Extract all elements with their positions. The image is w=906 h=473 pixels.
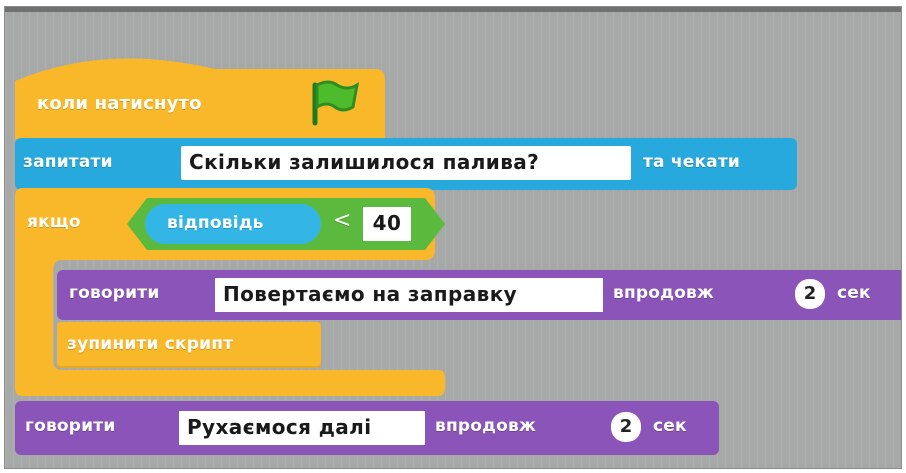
green-flag-icon bbox=[307, 77, 361, 131]
say-outer-text-field[interactable]: Рухаємося далі bbox=[179, 411, 425, 445]
say-for-secs-block-outer[interactable]: говорити Рухаємося далі впродовж 2 сек bbox=[15, 401, 719, 455]
say-inner-duration-label: впродовж bbox=[613, 283, 715, 303]
say-inner-text-field[interactable]: Повертаємо на заправку bbox=[215, 278, 603, 312]
say-for-secs-block-inner[interactable]: говорити Повертаємо на заправку впродовж… bbox=[57, 270, 901, 320]
ask-block-suffix: та чекати bbox=[643, 152, 741, 172]
say-inner-seconds-field[interactable]: 2 bbox=[795, 279, 825, 309]
ask-question-field[interactable]: Скільки залишилося палива? bbox=[181, 146, 631, 180]
operator-symbol: < bbox=[333, 208, 352, 233]
say-outer-unit-label: сек bbox=[653, 416, 687, 436]
scripts-area[interactable]: коли натиснуто запитати Скільки залишило… bbox=[4, 6, 902, 469]
stop-script-label: зупинити скрипт bbox=[67, 334, 234, 354]
when-flag-clicked-block[interactable]: коли натиснуто bbox=[15, 51, 385, 139]
say-inner-unit-label: сек bbox=[837, 283, 871, 303]
ask-block-label: запитати bbox=[23, 152, 113, 172]
say-outer-label: говорити bbox=[25, 416, 116, 436]
ask-and-wait-block[interactable]: запитати Скільки залишилося палива? та ч… bbox=[15, 138, 797, 190]
answer-reporter[interactable]: відповідь bbox=[145, 204, 321, 244]
stop-script-block[interactable]: зупинити скрипт bbox=[57, 322, 321, 368]
say-outer-duration-label: впродовж bbox=[435, 416, 537, 436]
compare-value-field[interactable]: 40 bbox=[363, 207, 411, 241]
if-block-label: якщо bbox=[27, 212, 81, 232]
scripts-area-top-border bbox=[5, 7, 901, 12]
say-outer-seconds-field[interactable]: 2 bbox=[611, 412, 641, 442]
say-inner-label: говорити bbox=[69, 283, 160, 303]
if-block[interactable]: якщо відповідь < 40 говорити Повертаємо … bbox=[15, 188, 901, 396]
hat-block-label: коли натиснуто bbox=[37, 93, 202, 114]
answer-reporter-label: відповідь bbox=[167, 213, 264, 233]
less-than-operator[interactable]: відповідь < 40 bbox=[127, 198, 445, 250]
